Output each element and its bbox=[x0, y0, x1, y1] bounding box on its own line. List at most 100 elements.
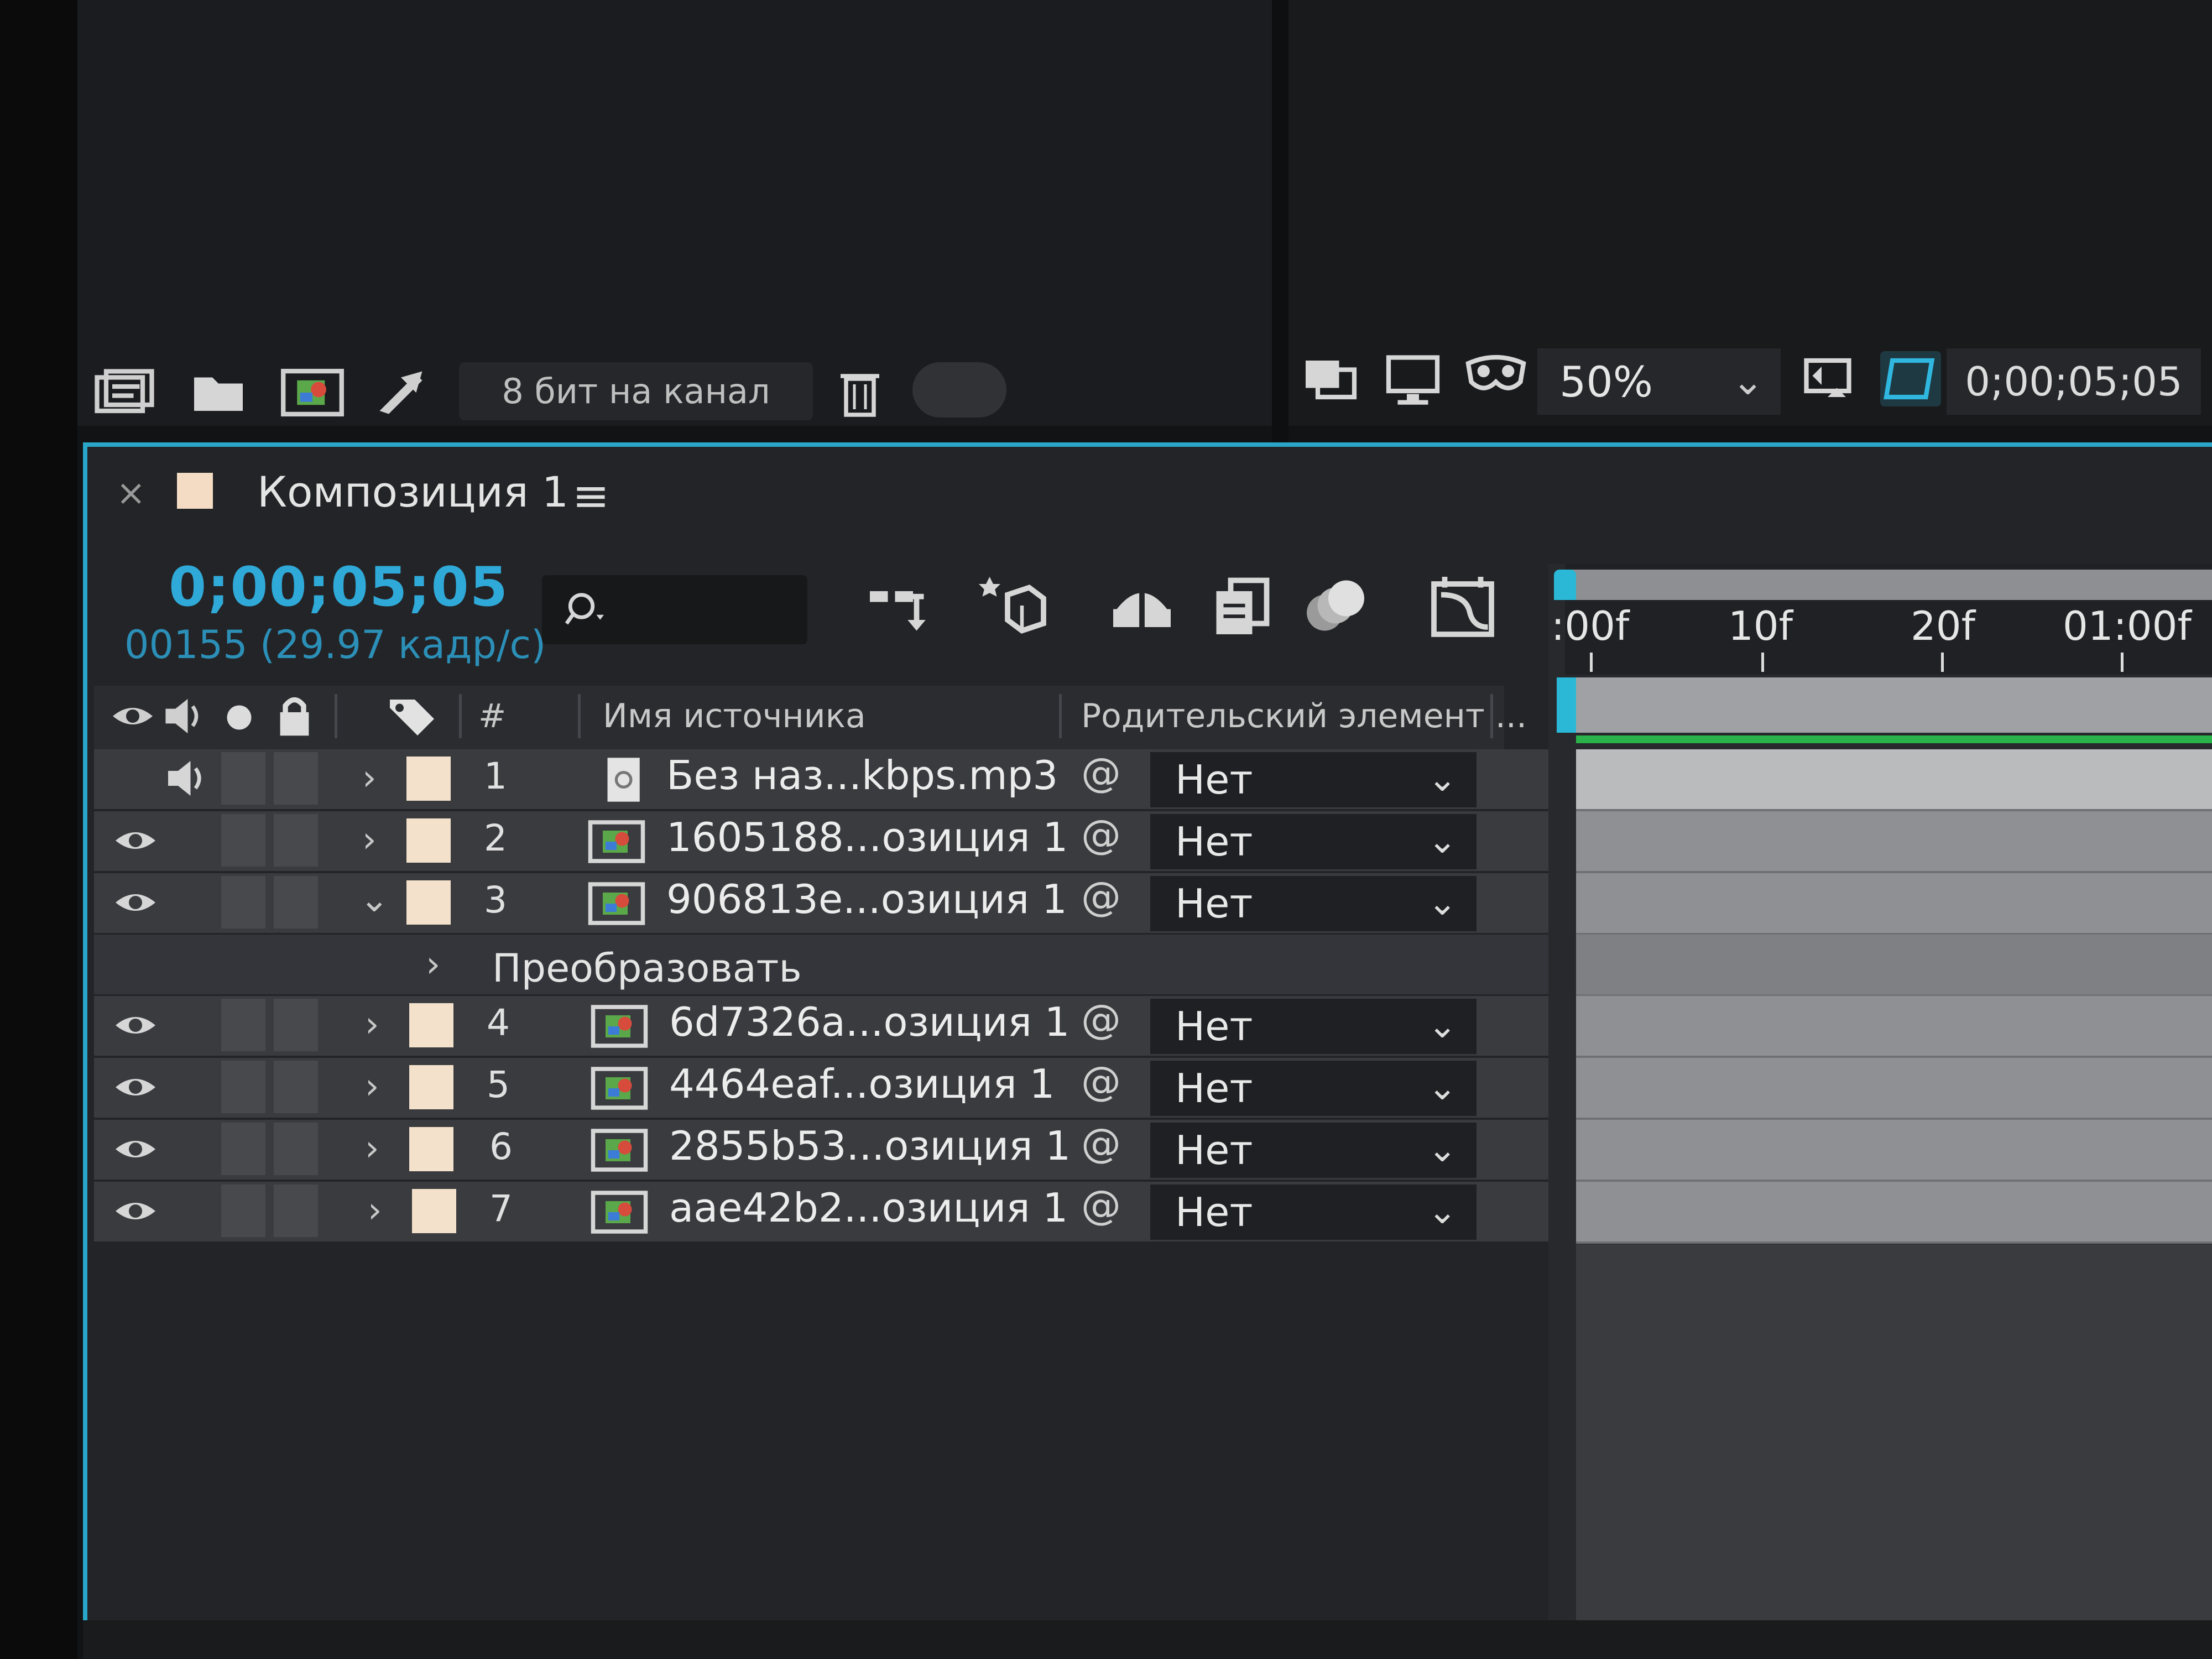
solo-toggle[interactable] bbox=[221, 752, 265, 805]
layer-duration-bar[interactable] bbox=[1576, 1182, 2212, 1244]
layer-number-header[interactable]: # bbox=[478, 697, 506, 735]
label-color-swatch[interactable] bbox=[409, 1065, 453, 1109]
layer-name[interactable]: 906813e...озиция 1 bbox=[666, 876, 1067, 922]
layer-name[interactable]: 2855b53...озиция 1 bbox=[669, 1123, 1071, 1169]
toggle-switch[interactable] bbox=[912, 362, 1006, 418]
layer-name[interactable]: aae42b2...озиция 1 bbox=[669, 1185, 1068, 1231]
mask-visibility-icon[interactable] bbox=[1460, 351, 1532, 406]
composition-flowchart-icon[interactable] bbox=[863, 570, 935, 641]
chevron-right-icon[interactable]: › bbox=[365, 1004, 379, 1045]
new-composition-icon[interactable] bbox=[276, 365, 348, 420]
label-tag-icon[interactable] bbox=[387, 694, 437, 738]
label-color-swatch[interactable] bbox=[409, 1003, 453, 1047]
layer-duration-bar[interactable] bbox=[1576, 811, 2212, 873]
draft-3d-icon[interactable] bbox=[979, 570, 1051, 641]
chevron-right-icon[interactable]: › bbox=[365, 1128, 379, 1169]
solo-toggle[interactable] bbox=[221, 1185, 265, 1237]
time-navigator-bar[interactable] bbox=[1565, 570, 2212, 600]
parent-select[interactable]: Нет ⌄ bbox=[1150, 752, 1477, 807]
pickwhip-icon[interactable]: @ bbox=[1081, 1058, 1121, 1104]
parent-select[interactable]: Нет ⌄ bbox=[1150, 876, 1477, 931]
layer-duration-bar[interactable] bbox=[1576, 996, 2212, 1058]
audio-icon[interactable] bbox=[160, 694, 210, 738]
search-input[interactable] bbox=[542, 575, 807, 644]
chevron-right-icon[interactable]: › bbox=[365, 1066, 379, 1107]
solo-icon[interactable] bbox=[224, 702, 254, 733]
label-color-swatch[interactable] bbox=[406, 757, 451, 801]
layer-name[interactable]: 6d7326a...озиция 1 bbox=[669, 999, 1070, 1045]
transform-group-row[interactable] bbox=[94, 935, 1548, 994]
parent-select[interactable]: Нет ⌄ bbox=[1150, 999, 1477, 1054]
eye-icon[interactable] bbox=[113, 1133, 158, 1166]
pickwhip-icon[interactable]: @ bbox=[1081, 996, 1121, 1042]
parent-select[interactable]: Нет ⌄ bbox=[1150, 1185, 1477, 1240]
column-separator[interactable] bbox=[335, 694, 337, 738]
column-separator[interactable] bbox=[1059, 694, 1062, 738]
chevron-right-icon[interactable]: › bbox=[368, 1190, 382, 1231]
layer-duration-bar[interactable] bbox=[1576, 873, 2212, 935]
parent-select[interactable]: Нет ⌄ bbox=[1150, 1123, 1477, 1178]
column-separator[interactable] bbox=[578, 694, 581, 738]
layer-duration-bar[interactable] bbox=[1576, 1120, 2212, 1182]
solo-toggle[interactable] bbox=[221, 1123, 265, 1175]
bit-depth-button[interactable]: 8 бит на канал bbox=[459, 362, 813, 420]
close-tab-button[interactable]: × bbox=[116, 473, 146, 514]
eye-icon[interactable] bbox=[113, 886, 158, 919]
current-time-indicator[interactable] bbox=[1557, 677, 1576, 733]
time-navigator-start-handle[interactable] bbox=[1554, 570, 1576, 600]
label-color-swatch[interactable] bbox=[412, 1189, 456, 1233]
current-time-display[interactable]: 0;00;05;05 bbox=[169, 556, 509, 619]
video-visibility-icon[interactable] bbox=[111, 700, 155, 733]
chevron-down-icon[interactable]: ⌄ bbox=[359, 879, 389, 920]
viewer-timecode[interactable]: 0;00;05;05 bbox=[1947, 348, 2201, 415]
label-color-swatch[interactable] bbox=[406, 818, 451, 863]
lock-toggle[interactable] bbox=[274, 752, 318, 805]
lock-toggle[interactable] bbox=[274, 999, 318, 1051]
zoom-select[interactable]: 50% ⌄ bbox=[1537, 348, 1781, 415]
pickwhip-icon[interactable]: @ bbox=[1081, 749, 1121, 796]
lock-toggle[interactable] bbox=[274, 814, 318, 867]
lock-toggle[interactable] bbox=[274, 876, 318, 928]
layer-name[interactable]: Без наз...kbps.mp3 bbox=[666, 752, 1058, 799]
layer-duration-bar[interactable] bbox=[1576, 1058, 2212, 1120]
parent-select[interactable]: Нет ⌄ bbox=[1150, 814, 1477, 869]
parent-header[interactable]: Родительский элемент ... bbox=[1081, 697, 1527, 735]
chevron-right-icon[interactable]: › bbox=[362, 758, 377, 799]
pickwhip-icon[interactable]: @ bbox=[1081, 811, 1121, 858]
label-color-swatch[interactable] bbox=[406, 880, 451, 925]
shy-layers-icon[interactable] bbox=[1106, 570, 1178, 641]
source-name-header[interactable]: Имя источника bbox=[603, 697, 866, 735]
composition-tab-title[interactable]: Композиция 1 bbox=[257, 467, 568, 517]
solo-toggle[interactable] bbox=[221, 876, 265, 928]
lock-toggle[interactable] bbox=[274, 1061, 318, 1113]
label-color-swatch[interactable] bbox=[409, 1127, 453, 1171]
transform-label[interactable]: Преобразовать bbox=[492, 946, 802, 991]
monitor-icon[interactable] bbox=[1383, 351, 1443, 406]
layer-duration-bar[interactable] bbox=[1576, 749, 2212, 811]
eye-icon[interactable] bbox=[113, 1194, 158, 1228]
lock-toggle[interactable] bbox=[274, 1123, 318, 1175]
interpret-footage-icon[interactable] bbox=[94, 365, 155, 420]
graph-editor-icon[interactable] bbox=[1427, 570, 1499, 641]
layer-name[interactable]: 4464eaf...озиция 1 bbox=[669, 1061, 1055, 1107]
column-separator[interactable] bbox=[1490, 694, 1493, 738]
solo-toggle[interactable] bbox=[221, 814, 265, 867]
parent-select[interactable]: Нет ⌄ bbox=[1150, 1061, 1477, 1116]
lock-toggle[interactable] bbox=[274, 1185, 318, 1237]
panel-menu-button[interactable]: ≡ bbox=[572, 470, 609, 521]
audio-enabled-icon[interactable] bbox=[163, 755, 213, 802]
region-of-interest-icon[interactable] bbox=[1797, 351, 1858, 406]
solo-toggle[interactable] bbox=[221, 999, 265, 1051]
folder-icon[interactable] bbox=[188, 365, 249, 420]
layer-name[interactable]: 1605188...озиция 1 bbox=[666, 814, 1068, 860]
frame-blending-icon[interactable] bbox=[1206, 570, 1277, 641]
trash-icon[interactable] bbox=[830, 365, 890, 420]
work-area-bar[interactable] bbox=[1565, 677, 2212, 733]
eye-icon[interactable] bbox=[113, 824, 158, 857]
column-separator[interactable] bbox=[459, 694, 462, 738]
lock-icon[interactable] bbox=[274, 694, 315, 738]
motion-blur-icon[interactable] bbox=[1300, 570, 1371, 641]
pickwhip-icon[interactable]: @ bbox=[1081, 1120, 1121, 1166]
flowchart-icon[interactable] bbox=[371, 365, 431, 420]
pickwhip-icon[interactable]: @ bbox=[1081, 873, 1121, 920]
